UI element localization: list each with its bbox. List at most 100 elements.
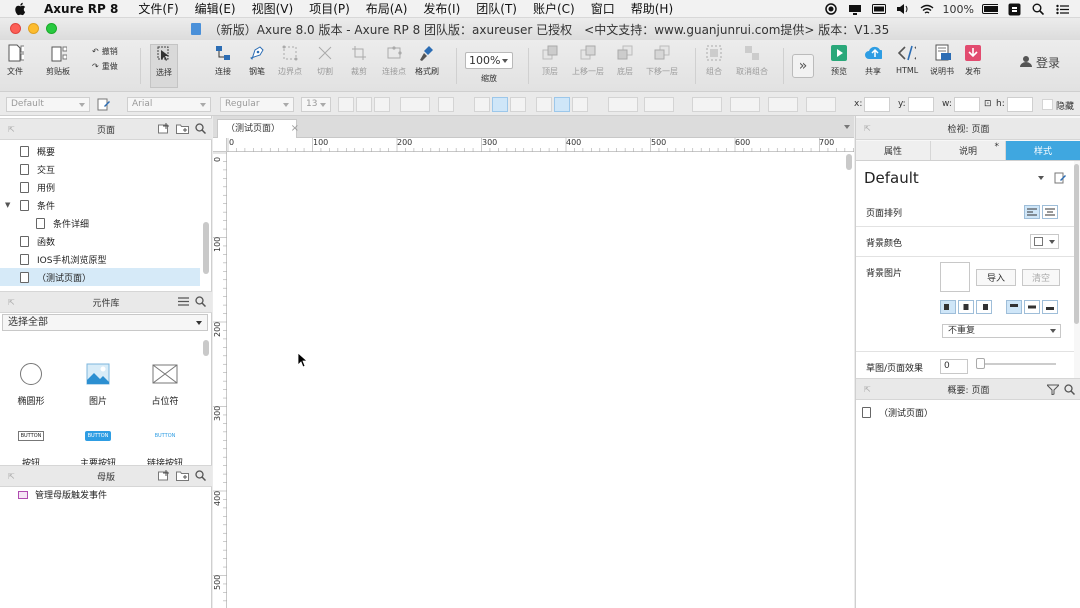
sketch-input[interactable]: 0 — [940, 359, 968, 374]
pin-icon[interactable]: ⇱ — [8, 298, 15, 307]
repeat-select[interactable]: 不重复 — [942, 324, 1061, 338]
pin-icon[interactable]: ⇱ — [8, 125, 15, 134]
tab-properties[interactable]: 属性 — [856, 141, 931, 160]
close-window-button[interactable] — [10, 23, 21, 34]
page-tree-item[interactable]: 函数 — [0, 232, 200, 250]
style-dropdown-chevron-icon[interactable] — [1038, 176, 1044, 183]
add-folder-icon[interactable] — [176, 123, 189, 137]
pen-tool[interactable]: 钢笔 — [248, 44, 266, 77]
menu-layout[interactable]: 布局(A) — [366, 0, 408, 17]
widget-image[interactable]: 图片 — [68, 358, 128, 407]
pin-icon[interactable]: ⇱ — [864, 124, 871, 133]
design-canvas[interactable] — [228, 153, 848, 608]
search-icon[interactable] — [195, 296, 207, 310]
add-master-icon[interactable] — [158, 470, 170, 484]
filter-icon[interactable] — [1045, 384, 1061, 398]
bring-to-front-button[interactable]: 顶层 — [541, 44, 559, 77]
spec-button[interactable]: 说明书 — [930, 44, 954, 77]
file-group[interactable]: 文件 — [6, 44, 24, 77]
w-input[interactable] — [954, 97, 980, 112]
style-manager-icon[interactable] — [97, 98, 110, 114]
add-folder-icon[interactable] — [176, 470, 189, 484]
sync-app-icon[interactable] — [1006, 3, 1022, 15]
sketch-slider-handle[interactable] — [976, 358, 985, 369]
clipboard-group[interactable]: 剪贴板 — [46, 44, 70, 77]
undo-button[interactable]: ↶ 撤销 — [92, 46, 118, 57]
img-align-right-button[interactable] — [976, 300, 992, 314]
img-align-center-button[interactable] — [958, 300, 974, 314]
add-page-icon[interactable] — [158, 123, 170, 137]
import-button[interactable]: 导入 — [976, 269, 1016, 286]
page-tree-item[interactable]: IOS手机浏览原型 — [0, 250, 200, 268]
inspector-scrollbar[interactable] — [1074, 164, 1079, 324]
connect-tool[interactable]: 连接 — [214, 44, 232, 77]
menu-icon[interactable] — [178, 297, 189, 309]
fill-color-button[interactable] — [608, 97, 638, 112]
bg-image-preview[interactable] — [940, 262, 970, 292]
group-button[interactable]: 组合 — [705, 44, 723, 77]
menu-team[interactable]: 团队(T) — [476, 0, 517, 17]
img-valign-middle-button[interactable] — [1024, 300, 1040, 314]
canvas-scrollbar[interactable] — [846, 154, 852, 170]
menu-window[interactable]: 窗口 — [591, 0, 615, 17]
widget-primary-button[interactable]: BUTTON 主要按钮 — [68, 420, 128, 469]
tab-notes[interactable]: 说明 * — [931, 141, 1006, 160]
align-center-button[interactable] — [492, 97, 508, 112]
connect-point-tool[interactable]: 连接点 — [382, 44, 406, 77]
pages-scrollbar[interactable] — [203, 222, 209, 274]
library-select[interactable]: 选择全部 — [2, 314, 208, 331]
arrow-style-button[interactable] — [806, 97, 836, 112]
menu-edit[interactable]: 编辑(E) — [195, 0, 236, 17]
cut-tool[interactable]: 切割 — [316, 44, 334, 77]
send-to-back-button[interactable]: 底层 — [616, 44, 634, 77]
h-input[interactable] — [1007, 97, 1033, 112]
y-input[interactable] — [908, 97, 934, 112]
clear-button[interactable]: 清空 — [1022, 269, 1060, 286]
crop-tool[interactable]: 裁剪 — [350, 44, 368, 77]
sketch-slider-track[interactable] — [976, 363, 1056, 365]
close-tab-icon[interactable]: × — [291, 120, 299, 138]
app-name-menu[interactable]: Axure RP 8 — [44, 2, 118, 16]
menu-view[interactable]: 视图(V) — [252, 0, 294, 17]
menu-account[interactable]: 账户(C) — [533, 0, 575, 17]
publish-button[interactable]: 发布 — [964, 44, 982, 77]
menu-publish[interactable]: 发布(I) — [423, 0, 460, 17]
font-color-button[interactable] — [400, 97, 430, 112]
align-middle-button[interactable] — [554, 97, 570, 112]
line-color-button[interactable] — [692, 97, 722, 112]
pin-icon[interactable]: ⇱ — [8, 472, 15, 481]
page-tree-item[interactable]: （测试页面） — [0, 268, 200, 286]
master-item[interactable]: 管理母版触发事件 — [18, 488, 107, 501]
apple-icon[interactable] — [14, 2, 28, 16]
menu-file[interactable]: 文件(F) — [138, 0, 178, 17]
x-input[interactable] — [864, 97, 890, 112]
page-tree-item[interactable]: 交互 — [0, 160, 200, 178]
line-width-button[interactable] — [730, 97, 760, 112]
record-icon[interactable] — [823, 3, 839, 15]
img-valign-top-button[interactable] — [1006, 300, 1022, 314]
wifi-icon[interactable] — [919, 3, 935, 15]
bullet-list-button[interactable] — [438, 97, 454, 112]
align-center-page-button[interactable] — [1042, 205, 1058, 219]
widget-button[interactable]: BUTTON 按钮 — [1, 420, 61, 469]
format-painter-tool[interactable]: 格式刷 — [415, 44, 439, 77]
bg-color-picker[interactable] — [1030, 234, 1059, 249]
italic-button[interactable] — [356, 97, 372, 112]
align-left-button[interactable] — [474, 97, 490, 112]
library-scrollbar[interactable] — [203, 340, 209, 356]
hide-checkbox[interactable] — [1042, 99, 1053, 110]
notification-center-icon[interactable] — [1054, 3, 1070, 15]
widget-ellipse[interactable]: 椭圆形 — [1, 358, 61, 407]
ungroup-button[interactable]: 取消组合 — [736, 44, 768, 77]
align-bottom-button[interactable] — [572, 97, 588, 112]
page-tree-item[interactable]: 用例 — [0, 178, 200, 196]
html-button[interactable]: HTML — [896, 44, 918, 75]
zoom-select[interactable]: 100% — [465, 52, 513, 69]
align-right-button[interactable] — [510, 97, 526, 112]
more-tools-chevron-icon[interactable]: » — [792, 54, 814, 78]
font-size-select[interactable]: 13 — [301, 97, 331, 112]
search-icon[interactable] — [1064, 384, 1076, 398]
volume-icon[interactable] — [895, 3, 911, 15]
style-edit-icon[interactable] — [1054, 172, 1066, 187]
border-point-tool[interactable]: 边界点 — [278, 44, 302, 77]
